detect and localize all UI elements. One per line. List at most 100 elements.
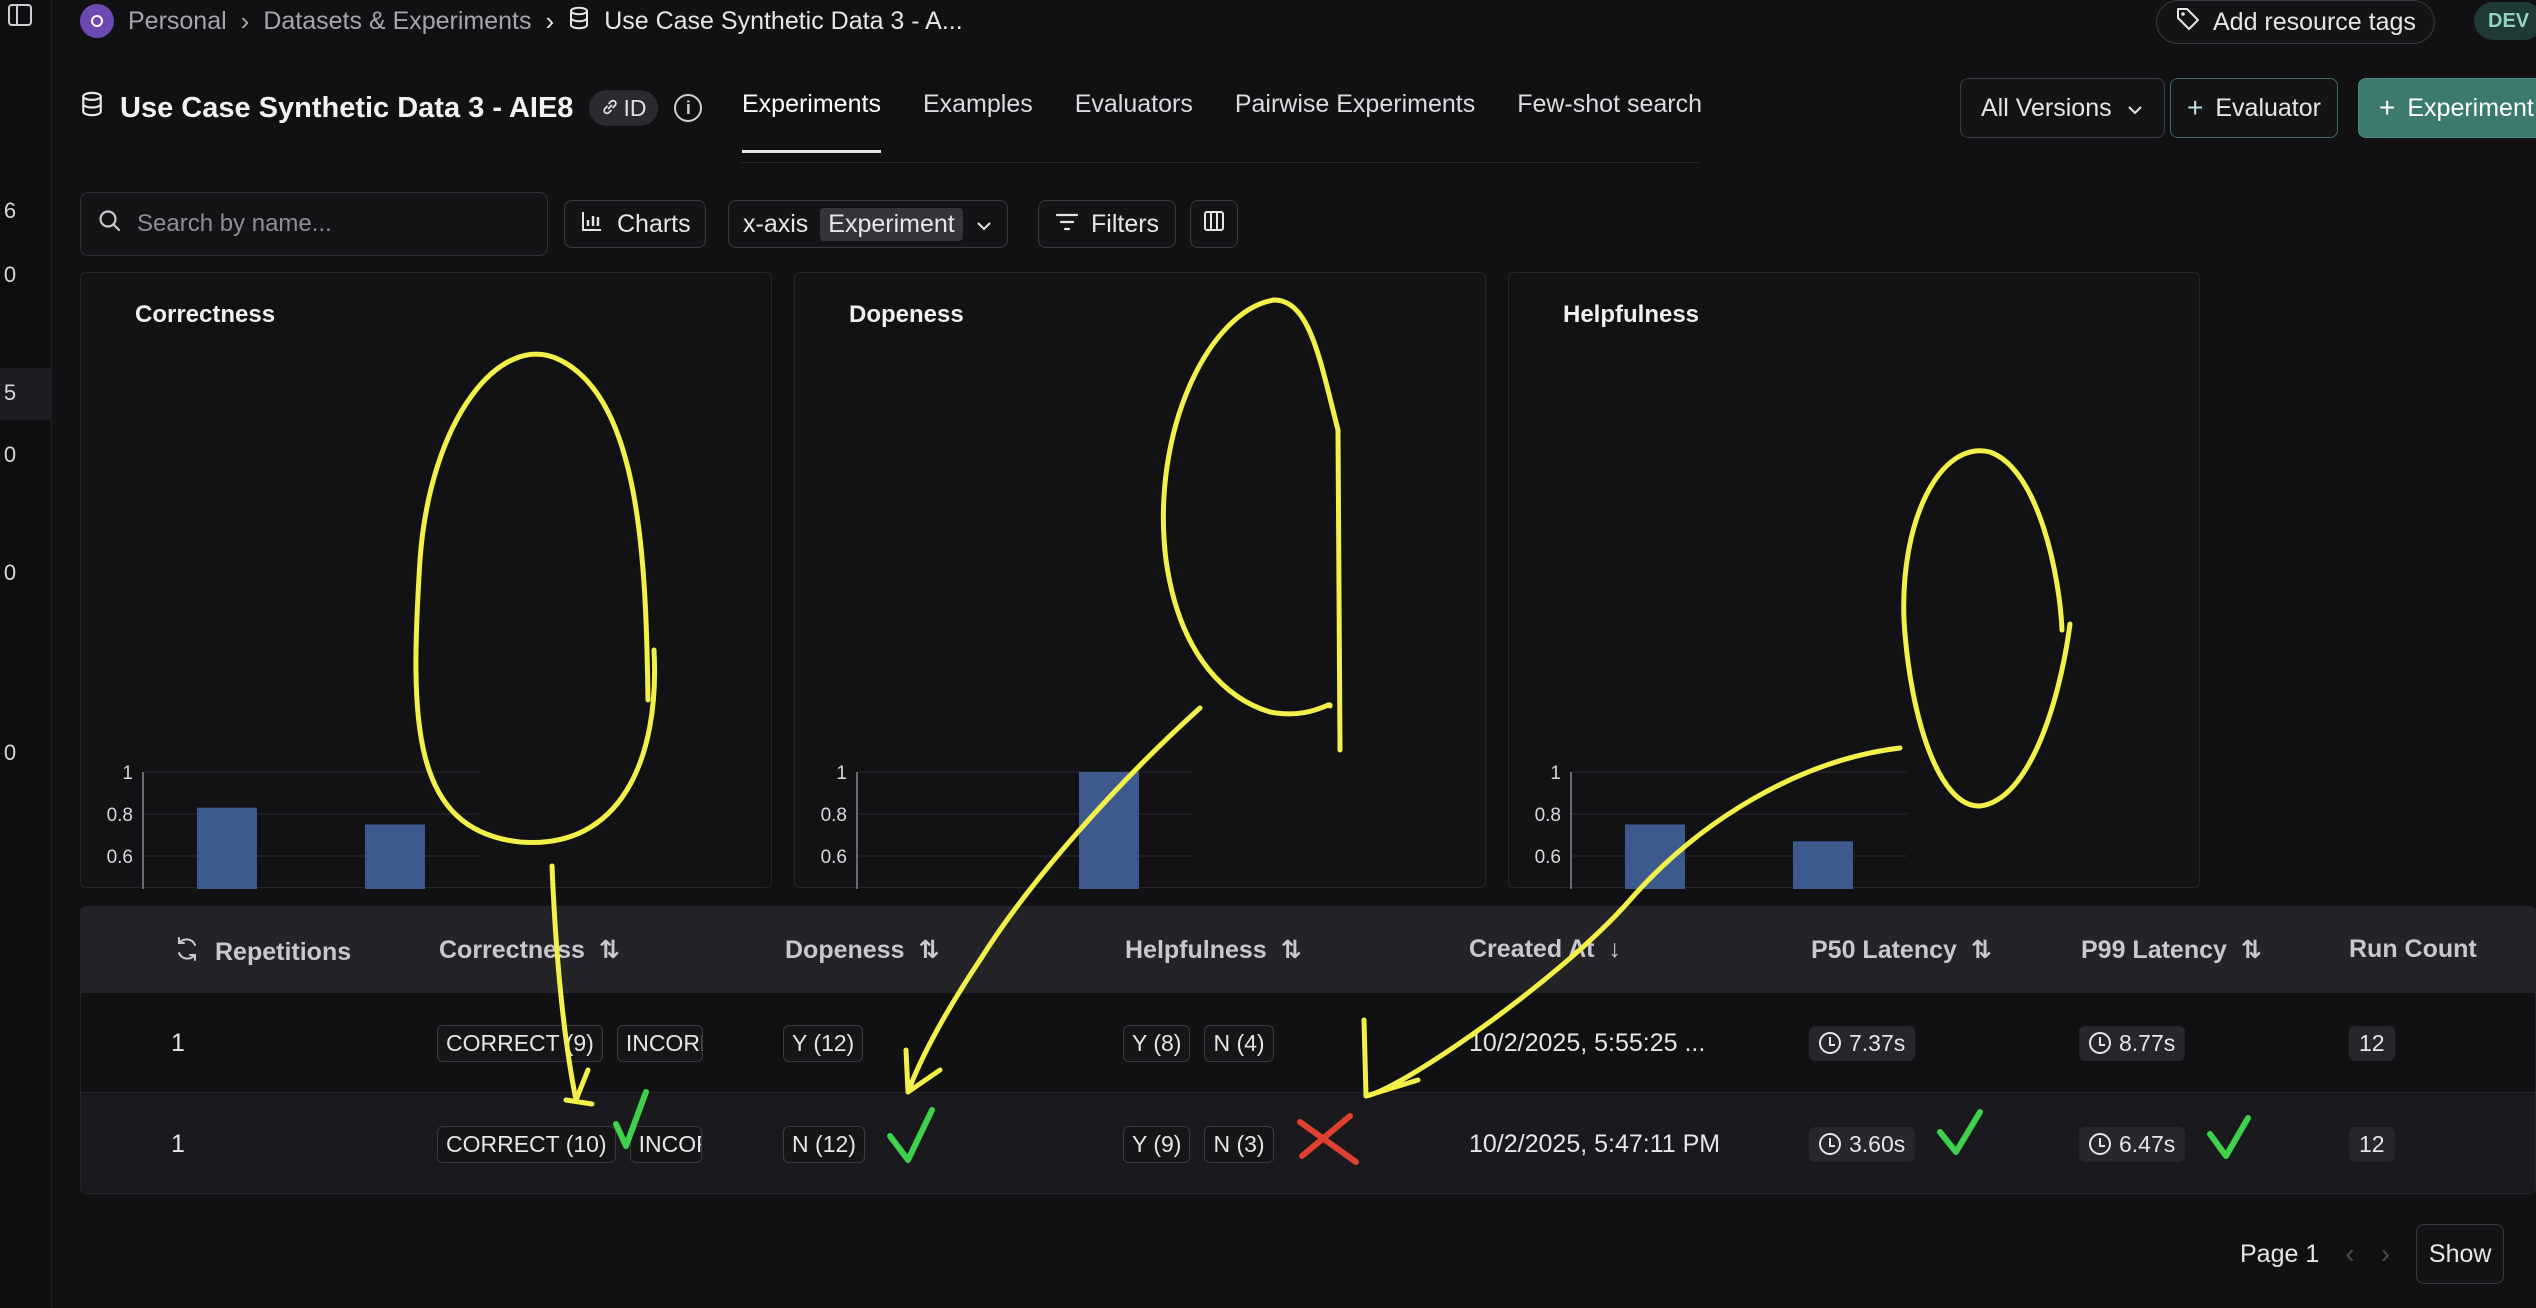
- xaxis-label: x-axis: [743, 209, 809, 238]
- env-badge: DEV: [2474, 2, 2536, 40]
- sidebar-toggle-icon[interactable]: [8, 4, 32, 26]
- feedback-chip[interactable]: Y (12): [783, 1024, 864, 1062]
- tab-pairwise-experiments[interactable]: Pairwise Experiments: [1235, 90, 1475, 153]
- y-tick-label: 0.8: [821, 805, 847, 826]
- clock-icon: [1819, 1032, 1841, 1054]
- table-header: Repetitions Correctness ⇅ Dopeness ⇅ Hel…: [81, 907, 2535, 993]
- database-icon: [80, 90, 104, 126]
- feedback-chip[interactable]: INCORR: [616, 1024, 703, 1062]
- latency-value: 3.60s: [1849, 1130, 1906, 1157]
- tab-few-shot-search[interactable]: Few-shot search: [1517, 90, 1702, 153]
- tag-icon: [2175, 6, 2201, 39]
- feedback-chip[interactable]: CORRECT (10): [437, 1125, 616, 1163]
- tab-experiments[interactable]: Experiments: [742, 90, 881, 153]
- chart-plot-area: 00.20.40.60.81perfect-ne...cooked-sto...: [107, 763, 479, 889]
- tab-evaluators[interactable]: Evaluators: [1075, 90, 1193, 153]
- columns-button[interactable]: [1190, 200, 1238, 248]
- feedback-chip[interactable]: Y (8): [1123, 1024, 1191, 1062]
- header-dopeness[interactable]: Dopeness ⇅: [785, 935, 939, 965]
- header-correctness[interactable]: Correctness ⇅: [439, 935, 620, 965]
- avatar[interactable]: [80, 4, 114, 38]
- chevron-right-icon: ›: [240, 5, 250, 36]
- experiments-table: Repetitions Correctness ⇅ Dopeness ⇅ Hel…: [80, 906, 2536, 1194]
- refresh-icon: [173, 935, 201, 970]
- sort-icon[interactable]: ⇅: [918, 935, 939, 965]
- feedback-chip[interactable]: Y (9): [1123, 1125, 1191, 1163]
- header-p50-latency[interactable]: P50 Latency ⇅: [1811, 935, 1992, 965]
- add-resource-tags-label: Add resource tags: [2213, 7, 2416, 36]
- tabs-divider: [742, 162, 1698, 163]
- add-experiment-button[interactable]: + Experiment: [2358, 78, 2536, 138]
- rail-count: 5: [3, 380, 17, 405]
- header-label: P99 Latency: [2081, 935, 2227, 964]
- chevron-down-icon: [975, 210, 993, 239]
- search-input[interactable]: [137, 210, 517, 238]
- chart-plot-area: 00.20.40.60.81perfect-ne...cooked-sto...: [1535, 763, 1907, 889]
- y-tick-label: 0.6: [107, 847, 133, 868]
- page-size-select[interactable]: Show: [2415, 1224, 2505, 1284]
- chart-plot-area: 00.20.40.60.81perfect-ne...cooked-sto...: [821, 763, 1193, 889]
- header-created-at[interactable]: Created At ↓: [1469, 935, 1621, 964]
- versions-label: All Versions: [1981, 93, 2112, 122]
- prev-page-icon[interactable]: ‹: [2345, 1238, 2354, 1270]
- info-icon[interactable]: i: [674, 94, 703, 122]
- breadcrumb-personal[interactable]: Personal: [128, 7, 227, 36]
- y-tick-label: 1: [836, 763, 847, 784]
- versions-select[interactable]: All Versions: [1960, 78, 2165, 138]
- header-label: Dopeness: [785, 935, 905, 964]
- header-label: Correctness: [439, 935, 585, 964]
- id-pill[interactable]: ID: [589, 90, 659, 126]
- y-tick-label: 0.8: [107, 805, 133, 826]
- header-run-count[interactable]: Run Count: [2349, 935, 2477, 964]
- breadcrumb-datasets[interactable]: Datasets & Experiments: [263, 7, 531, 36]
- feedback-chip[interactable]: INCOR: [629, 1125, 702, 1163]
- run-count-chip: 12: [2349, 1025, 2395, 1061]
- xaxis-select[interactable]: x-axis Experiment: [728, 200, 1008, 248]
- rail-count: 0: [3, 740, 17, 765]
- header-p99-latency[interactable]: P99 Latency ⇅: [2081, 935, 2262, 965]
- header-label: Repetitions: [215, 938, 352, 966]
- arrow-down-icon[interactable]: ↓: [1609, 935, 1622, 964]
- charts-button[interactable]: Charts: [564, 200, 706, 248]
- rail-count: 0: [3, 262, 17, 287]
- search-icon: [97, 208, 123, 241]
- cell-helpfulness: Y (8) N (4): [1123, 993, 1274, 1093]
- feedback-chip[interactable]: CORRECT (9): [437, 1024, 603, 1062]
- page-label: Page 1: [2240, 1239, 2320, 1268]
- filters-button[interactable]: Filters: [1038, 200, 1177, 248]
- latency-value: 8.77s: [2119, 1029, 2176, 1056]
- tab-examples[interactable]: Examples: [923, 90, 1033, 153]
- header-repetitions[interactable]: Repetitions: [173, 935, 351, 970]
- sort-icon[interactable]: ⇅: [2241, 935, 2262, 965]
- bar: [1625, 824, 1685, 889]
- cell-run-count: 12: [2349, 993, 2395, 1093]
- filter-icon: [1055, 210, 1079, 239]
- latency-chip: 8.77s: [2079, 1025, 2186, 1061]
- evaluator-label: Evaluator: [2215, 93, 2321, 122]
- feedback-chip[interactable]: N (12): [783, 1125, 865, 1163]
- add-resource-tags-button[interactable]: Add resource tags: [2156, 0, 2435, 44]
- latency-chip: 3.60s: [1809, 1126, 1916, 1162]
- run-count-chip: 12: [2349, 1126, 2395, 1162]
- feedback-chip[interactable]: N (3): [1204, 1125, 1274, 1163]
- rail-count: 0: [3, 560, 17, 585]
- table-row[interactable]: 1 CORRECT (10) INCOR N (12) Y (9) N (3) …: [81, 1094, 2535, 1193]
- sort-icon[interactable]: ⇅: [1281, 935, 1302, 965]
- charts-label: Charts: [617, 209, 691, 238]
- sort-icon[interactable]: ⇅: [1971, 935, 1992, 965]
- add-evaluator-button[interactable]: + Evaluator: [2170, 78, 2338, 138]
- pagination: Page 1 ‹ › Show: [2240, 1224, 2505, 1284]
- clock-icon: [1819, 1133, 1841, 1155]
- bar: [197, 807, 257, 889]
- header-helpfulness[interactable]: Helpfulness ⇅: [1125, 935, 1302, 965]
- left-rail: 6 0 5 0 0 0: [0, 0, 52, 1308]
- sort-icon[interactable]: ⇅: [599, 935, 620, 965]
- chevron-right-icon: ›: [545, 5, 555, 36]
- next-page-icon[interactable]: ›: [2381, 1238, 2390, 1270]
- feedback-chip[interactable]: N (4): [1204, 1024, 1274, 1062]
- cell-p99: 8.77s: [2079, 993, 2186, 1093]
- chevron-down-icon: [2126, 94, 2144, 123]
- table-row[interactable]: 1 CORRECT (9) INCORR Y (12) Y (8) N (4) …: [81, 993, 2535, 1093]
- cell-created-at: 10/2/2025, 5:55:25 ...: [1469, 1028, 1706, 1057]
- page-title: Use Case Synthetic Data 3 - AIE8: [120, 91, 574, 124]
